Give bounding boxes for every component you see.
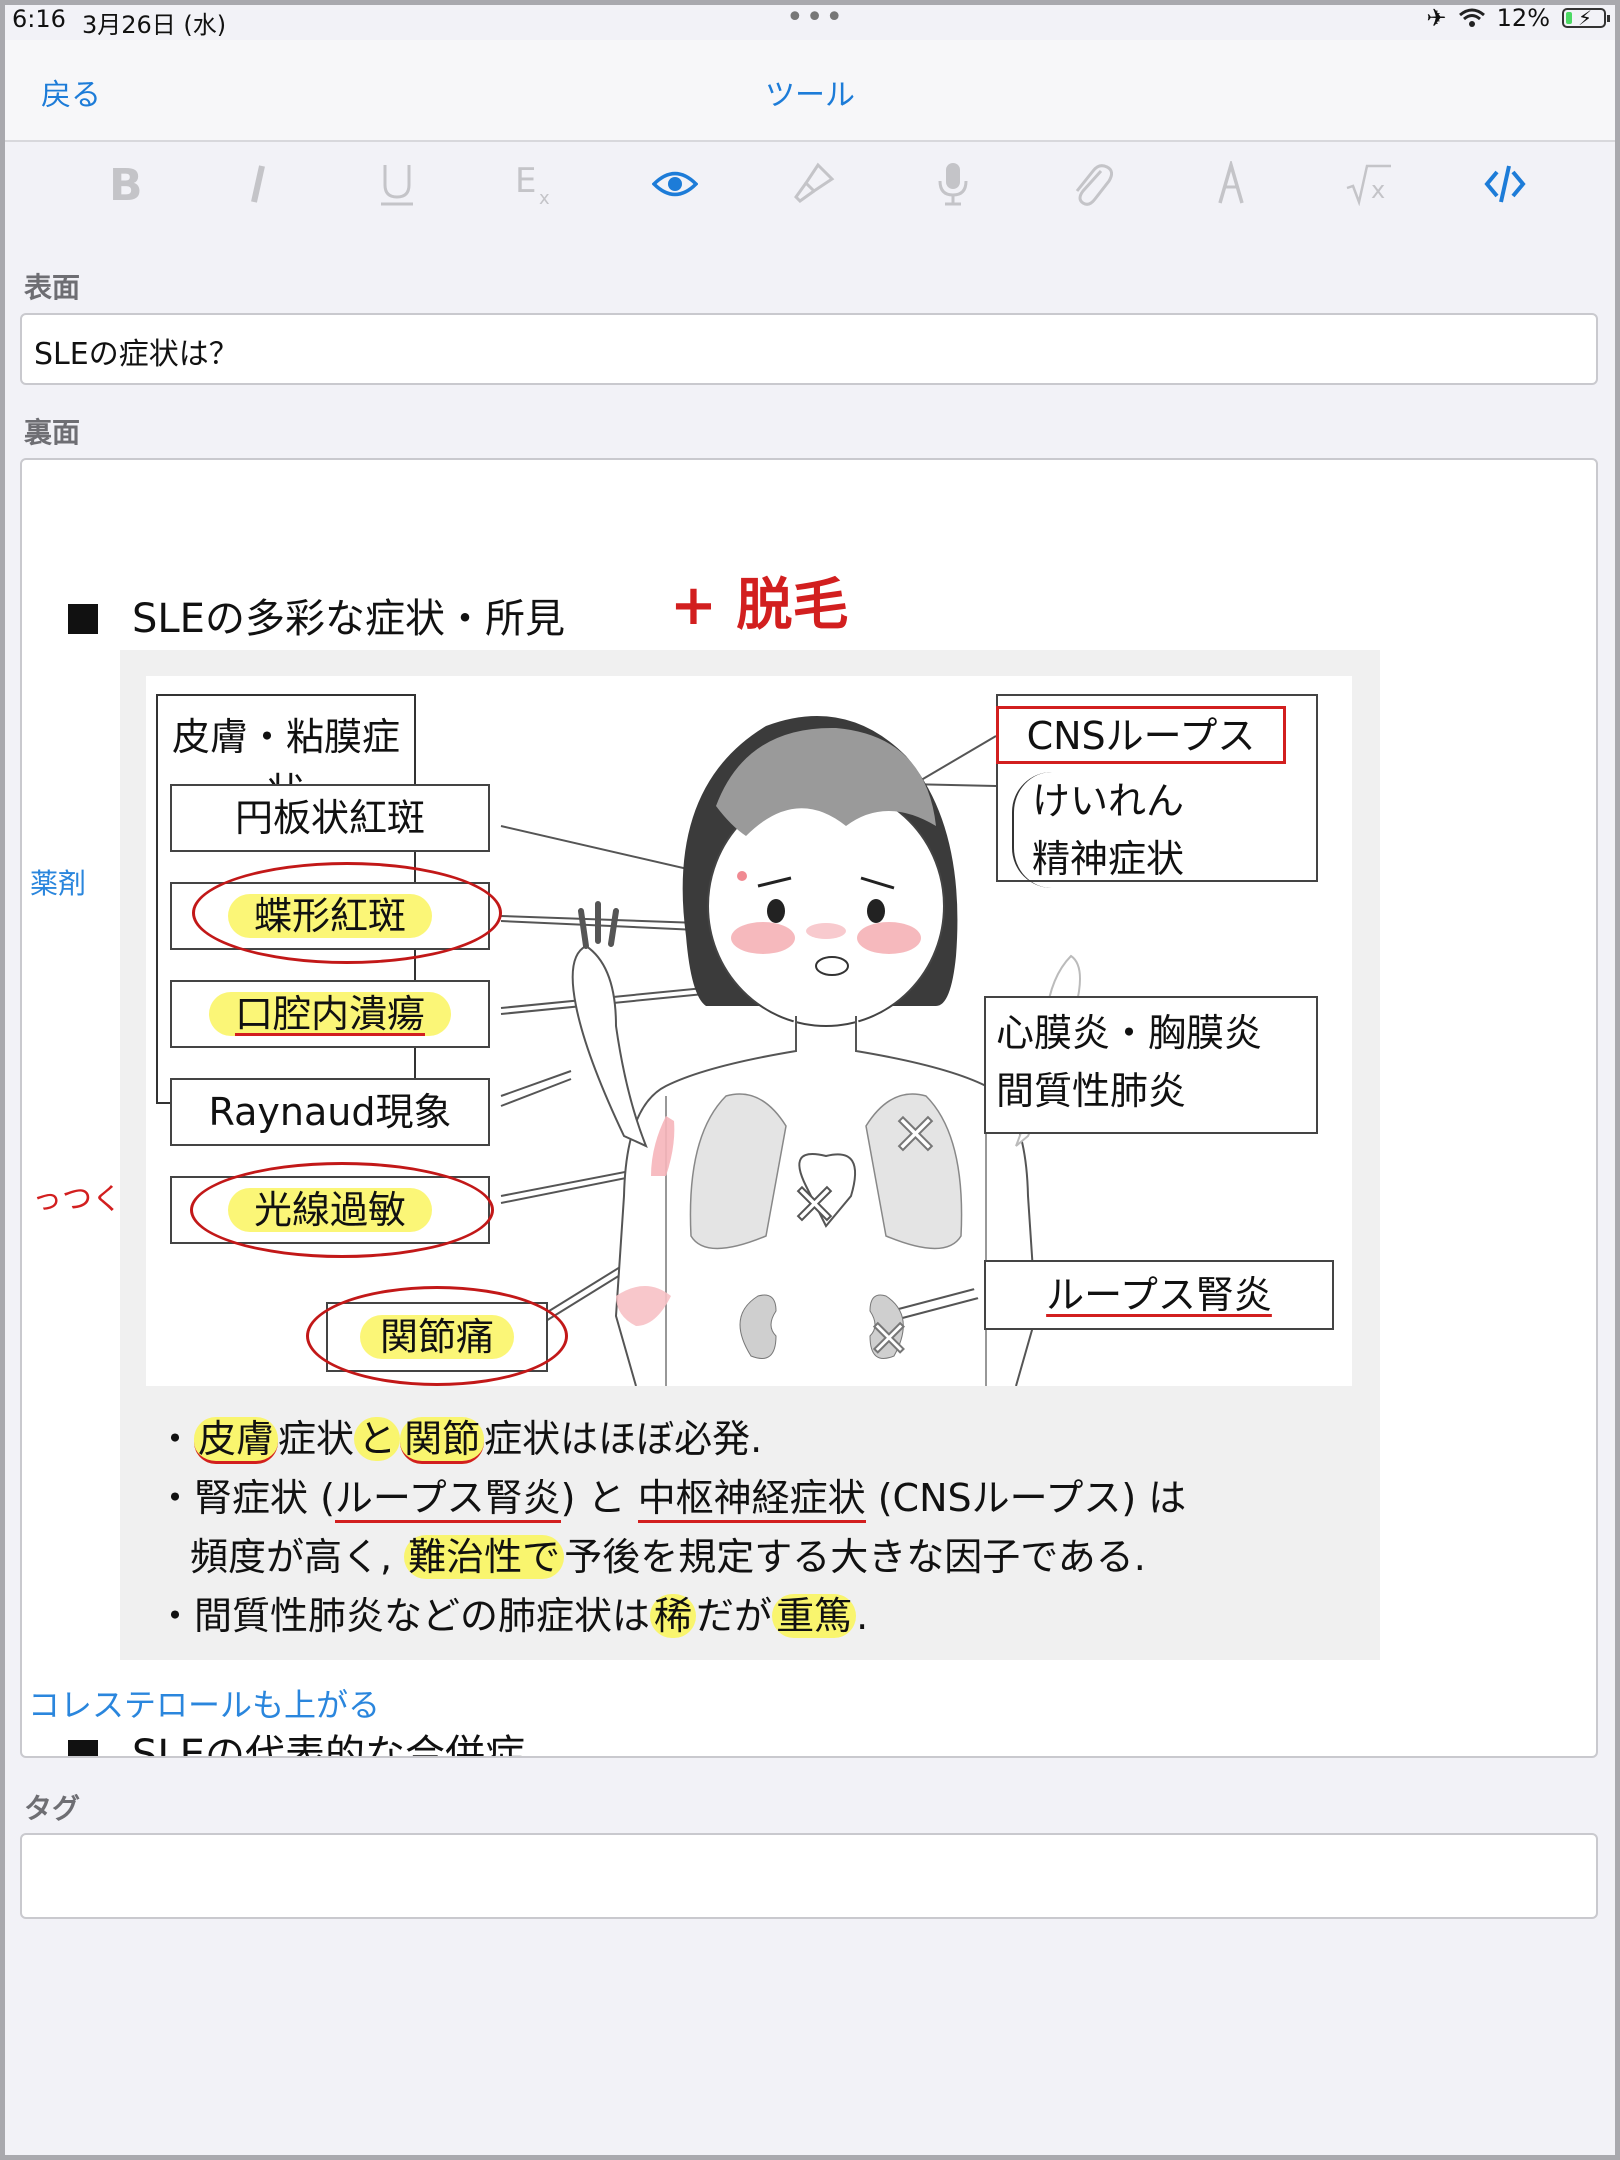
b1-and: と	[354, 1417, 401, 1461]
front-field-value: SLEの症状は？	[34, 337, 239, 372]
microphone-icon[interactable]	[923, 154, 983, 214]
eye-icon[interactable]	[645, 154, 705, 214]
tools-button: ツール	[5, 70, 1615, 114]
b4-end: .	[856, 1594, 869, 1638]
wifi-icon	[1458, 8, 1485, 27]
status-right: ✈ 12% ⚡	[1426, 4, 1610, 32]
bold-icon[interactable]: B	[95, 154, 155, 214]
clear-format-icon[interactable]: Ex	[505, 154, 565, 214]
svg-text:✕: ✕	[868, 1310, 910, 1368]
pericarditis-text: 心膜炎・胸膜炎	[996, 1011, 1263, 1055]
svg-text:✕: ✕	[892, 1103, 939, 1168]
cns-lupus-text: CNSループス	[1026, 714, 1256, 758]
b1-text: 症状	[278, 1417, 355, 1461]
b4-but: だが	[696, 1594, 773, 1638]
bullet-1: ・皮膚 症状と関節 症状はほぼ必発.	[156, 1410, 1186, 1469]
bullet-2: ・腎症状 (ループス腎炎) と 中枢神経症状 (CNSループス) は	[156, 1469, 1186, 1528]
b4-severe: 重篤	[772, 1594, 857, 1638]
sle-figure: ✕ ✕ ✕ 皮膚・粘膜症状 円板状紅斑 蝶形紅斑 口腔内潰瘍	[120, 650, 1380, 1660]
b2-nephritis: ループス腎炎	[334, 1476, 561, 1523]
cns-sub-psychiatric: 精神症状	[1032, 837, 1185, 881]
red-circle-annotation	[306, 1286, 568, 1386]
b2-and: ) と	[560, 1476, 638, 1520]
back-label: 裏面	[24, 416, 81, 449]
bullet-square-icon	[68, 604, 98, 634]
b1-skin: 皮膚	[194, 1417, 279, 1464]
svg-text:x: x	[1371, 176, 1385, 204]
section-heading-text: SLEの多彩な症状・所見	[132, 596, 565, 642]
next-section-heading-text: SLEの代表的な合併症	[132, 1732, 525, 1758]
figure-illustration-area: ✕ ✕ ✕ 皮膚・粘膜症状 円板状紅斑 蝶形紅斑 口腔内潰瘍	[146, 676, 1352, 1386]
b4-text: 間質性肺炎などの肺症状は	[194, 1594, 651, 1638]
battery-icon: ⚡	[1562, 6, 1610, 30]
skin-item-oral-ulcer-text: 口腔内潰瘍	[208, 992, 451, 1036]
underline-icon[interactable]	[367, 154, 427, 214]
code-icon[interactable]	[1475, 154, 1535, 214]
svg-text:x: x	[539, 188, 550, 206]
b2-text: 腎症状 (	[194, 1476, 335, 1520]
red-circle-annotation	[192, 862, 502, 964]
tools-label[interactable]: ツール	[765, 78, 855, 113]
cns-lupus-title: CNSループス	[996, 706, 1286, 764]
bullet-3: ・間質性肺炎などの肺症状は稀だが 重篤.	[156, 1594, 869, 1638]
tags-label: タグ	[24, 1792, 81, 1825]
airplane-icon: ✈	[1426, 4, 1447, 32]
tags-field[interactable]	[20, 1833, 1598, 1919]
b1-rest: 症状はほぼ必発.	[484, 1417, 763, 1461]
status-date: 3月26日 (水)	[82, 11, 227, 39]
front-label: 表面	[24, 271, 81, 304]
b2-cns: 中枢神経症状	[637, 1476, 866, 1523]
brush-icon[interactable]	[783, 154, 843, 214]
svg-text:B: B	[109, 162, 143, 206]
bullet-square-icon	[68, 1740, 98, 1756]
b4-rare: 稀	[650, 1594, 697, 1638]
cns-sub-seizure: けいれん	[1032, 779, 1185, 823]
skin-item-raynaud-text: Raynaud現象	[208, 1090, 452, 1134]
paperclip-icon[interactable]	[1061, 154, 1121, 214]
bullet-2-cont: 頻度が高く, 難治性で 予後を規定する大きな因子である.	[156, 1528, 1186, 1587]
italic-icon[interactable]	[229, 154, 289, 214]
margin-note-cholesterol: コレステロールも上がる	[28, 1686, 381, 1724]
skin-item-discoid-text: 円板状紅斑	[234, 796, 425, 840]
b3-rest: 予後を規定する大きな因子である.	[564, 1535, 1146, 1579]
margin-note-handwritten: っつく	[32, 1182, 122, 1217]
cns-sub-list: けいれん 精神症状	[1012, 772, 1184, 888]
next-section-heading: SLEの代表的な合併症	[68, 1722, 525, 1758]
section-heading: SLEの多彩な症状・所見	[68, 586, 565, 644]
skin-item-discoid: 円板状紅斑	[170, 784, 490, 852]
b2-rest: (CNSループス) は	[865, 1476, 1187, 1520]
pen-icon[interactable]	[1201, 154, 1261, 214]
battery-percent: 12%	[1496, 4, 1550, 32]
front-field[interactable]: SLEの症状は？	[20, 313, 1598, 385]
skin-item-oral-ulcer: 口腔内潰瘍	[170, 980, 490, 1048]
b1-joint: 関節	[400, 1417, 485, 1464]
red-circle-annotation	[190, 1162, 494, 1258]
skin-item-raynaud: Raynaud現象	[170, 1078, 490, 1146]
multitask-dots[interactable]: •••	[786, 0, 845, 35]
back-field[interactable]: 薬剤 っつく SLEの多彩な症状・所見 + 脱毛 ✕ ✕ ✕ 皮膚・粘膜症 円板…	[20, 458, 1598, 1758]
handwritten-hair-loss-note: + 脱毛	[670, 572, 849, 638]
status-time: 6:16	[12, 5, 66, 33]
lupus-nephritis-text: ループス腎炎	[1046, 1273, 1272, 1317]
sqrt-icon[interactable]: x	[1339, 154, 1399, 214]
b3-intractable: 難治性で	[404, 1535, 565, 1579]
format-toolbar: B Ex x	[5, 142, 1615, 227]
status-bar: 6:16 3月26日 (水) ••• ✈ 12% ⚡	[0, 0, 1620, 40]
cardio-pulmonary-box: 心膜炎・胸膜炎 間質性肺炎	[984, 996, 1318, 1134]
margin-note-drug: 薬剤	[30, 867, 87, 900]
interstitial-pneumonia-text: 間質性肺炎	[996, 1069, 1187, 1113]
svg-text:E: E	[515, 162, 536, 201]
lupus-nephritis-box: ループス腎炎	[984, 1260, 1334, 1330]
nav-bar: 戻る ツール	[5, 40, 1615, 142]
b3-text: 頻度が高く,	[190, 1535, 405, 1579]
svg-text:✕: ✕	[791, 1173, 838, 1238]
bullet-list: ・皮膚 症状と関節 症状はほぼ必発. ・腎症状 (ループス腎炎) と 中枢神経症状 …	[156, 1410, 1186, 1646]
